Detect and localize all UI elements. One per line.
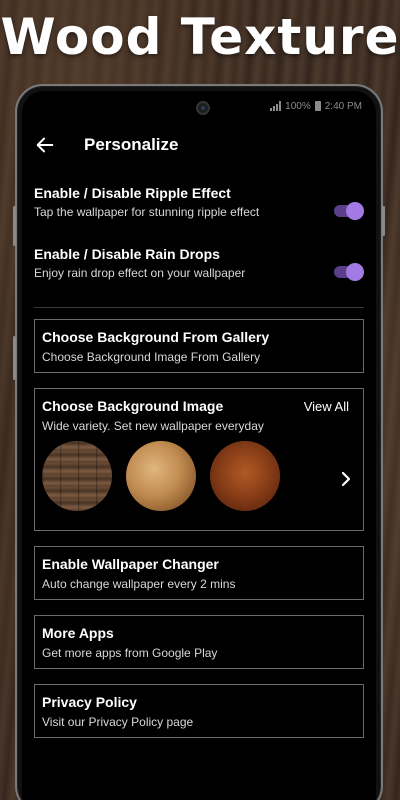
rain-drops-title: Enable / Disable Rain Drops [34, 246, 220, 262]
ripple-effect-title: Enable / Disable Ripple Effect [34, 185, 231, 201]
more-apps-card[interactable]: More Apps Get more apps from Google Play [34, 615, 364, 669]
privacy-policy-card[interactable]: Privacy Policy Visit our Privacy Policy … [34, 684, 364, 738]
battery-percent: 100% [285, 100, 311, 112]
privacy-policy-title: Privacy Policy [42, 694, 137, 710]
phone-frame: 100% 2:40 PM Personalize Enable / Disabl… [13, 84, 385, 800]
privacy-policy-subtitle: Visit our Privacy Policy page [42, 715, 194, 729]
ripple-effect-toggle[interactable] [334, 202, 364, 220]
background-card-subtitle: Wide variety. Set new wallpaper everyday [42, 419, 264, 433]
more-apps-subtitle: Get more apps from Google Play [42, 646, 218, 660]
view-all-link[interactable]: View All [304, 399, 349, 414]
ripple-effect-subtitle: Tap the wallpaper for stunning ripple ef… [34, 205, 260, 219]
rain-drops-toggle[interactable] [334, 263, 364, 281]
promo-title: Wood Texture [0, 8, 400, 66]
choose-from-gallery-card[interactable]: Choose Background From Gallery Choose Ba… [34, 319, 364, 373]
wallpaper-thumbnail[interactable] [210, 441, 280, 511]
rain-drops-setting[interactable]: Enable / Disable Rain Drops Enjoy rain d… [34, 246, 364, 290]
volume-button [13, 206, 16, 246]
choose-background-card: Choose Background Image Wide variety. Se… [34, 388, 364, 531]
power-button [13, 336, 16, 380]
status-bar: 100% 2:40 PM [270, 99, 362, 113]
app-bar: Personalize [22, 121, 376, 169]
ripple-effect-setting[interactable]: Enable / Disable Ripple Effect Tap the w… [34, 185, 364, 229]
wallpaper-changer-title: Enable Wallpaper Changer [42, 556, 219, 572]
gallery-card-title: Choose Background From Gallery [42, 329, 270, 345]
wallpaper-thumbnails [42, 441, 280, 511]
toggle-thumb [346, 202, 364, 220]
battery-icon [314, 101, 321, 111]
rain-drops-subtitle: Enjoy rain drop effect on your wallpaper [34, 266, 246, 280]
section-divider [34, 307, 364, 308]
app-screen: 100% 2:40 PM Personalize Enable / Disabl… [22, 91, 376, 800]
chevron-right-icon[interactable] [339, 469, 353, 489]
arrow-left-icon[interactable] [34, 134, 56, 156]
wallpaper-changer-card[interactable]: Enable Wallpaper Changer Auto change wal… [34, 546, 364, 600]
more-apps-title: More Apps [42, 625, 114, 641]
page-title: Personalize [84, 135, 179, 154]
wallpaper-thumbnail[interactable] [42, 441, 112, 511]
side-key [382, 206, 385, 236]
gallery-card-subtitle: Choose Background Image From Gallery [42, 350, 261, 364]
signal-icon [270, 101, 282, 111]
front-camera [196, 101, 210, 115]
wallpaper-thumbnail[interactable] [126, 441, 196, 511]
wallpaper-changer-subtitle: Auto change wallpaper every 2 mins [42, 577, 236, 591]
clock: 2:40 PM [324, 100, 362, 112]
toggle-thumb [346, 263, 364, 281]
